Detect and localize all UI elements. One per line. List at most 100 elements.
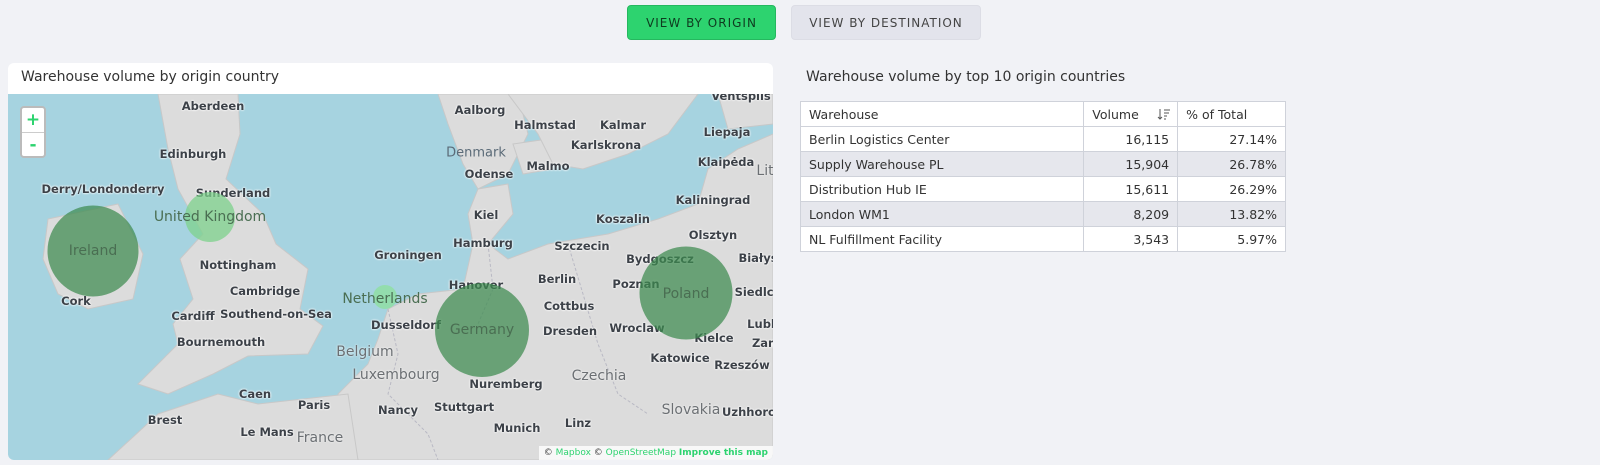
warehouse-volume-table: Warehouse Volume % of Total Berlin Logis… (799, 101, 1286, 252)
map-label: Koszalin (596, 212, 650, 226)
map-label: Nuremberg (469, 377, 543, 391)
copyright-symbol: © (593, 448, 603, 458)
map-label: Luxembourg (352, 367, 440, 383)
map-label: Dresden (542, 324, 598, 338)
map-label: Uzhhoro (722, 405, 773, 419)
country-label-netherlands: Netherlands (342, 291, 428, 307)
map-label: Lubli (747, 317, 773, 331)
cell-pct-total: 27.14% (1177, 126, 1286, 152)
cell-pct-total: 5.97% (1177, 226, 1286, 252)
map-label: Linz (564, 416, 592, 430)
table-row[interactable]: Supply Warehouse PL 15,904 26.78% (799, 151, 1286, 177)
cell-warehouse: NL Fulfillment Facility (799, 226, 1085, 252)
map-label: Paris (297, 398, 331, 412)
openstreetmap-link[interactable]: OpenStreetMap (606, 448, 676, 458)
cell-volume: 8,209 (1083, 201, 1179, 227)
map-label: Cambridge (229, 284, 301, 298)
map-label: Kalmar (599, 118, 647, 132)
cell-warehouse: Distribution Hub IE (799, 176, 1085, 202)
cell-pct-total: 26.29% (1177, 176, 1286, 202)
copyright-symbol: © (543, 448, 553, 458)
origin-map[interactable]: Aberdeen Edinburgh Derry/Londonderry Sun… (8, 94, 773, 460)
map-label: Kiel (473, 208, 499, 222)
table-row[interactable]: Distribution Hub IE 15,611 26.29% (799, 176, 1286, 202)
zoom-in-button[interactable]: + (22, 108, 44, 132)
mapbox-link[interactable]: Mapbox (556, 448, 591, 458)
view-toggle: VIEW BY ORIGIN VIEW BY DESTINATION (0, 5, 1600, 41)
cell-volume: 3,543 (1083, 226, 1179, 252)
map-label: Southend-on-Sea (220, 307, 332, 321)
map-label: Liepaja (703, 125, 751, 139)
map-label: Cottbus (543, 299, 595, 313)
map-label: Katowice (650, 351, 710, 365)
map-label: Halmstad (514, 118, 576, 132)
map-label: France (296, 430, 344, 446)
table-panel-title: Warehouse volume by top 10 origin countr… (806, 69, 1126, 85)
map-label: Malmo (526, 159, 570, 173)
zoom-control: + - (20, 106, 46, 158)
map-label: Siedlce (734, 285, 773, 299)
map-label: Nottingham (199, 258, 277, 272)
map-label: Berlin (537, 272, 577, 286)
cell-volume: 15,611 (1083, 176, 1179, 202)
column-header-volume[interactable]: Volume (1083, 101, 1179, 127)
country-label-united-kingdom: United Kingdom (153, 209, 267, 225)
map-label: Le Mans (240, 425, 294, 439)
cell-warehouse: London WM1 (799, 201, 1085, 227)
cell-volume: 15,904 (1083, 151, 1179, 177)
map-label: Olsztyn (688, 228, 738, 242)
map-label: Stuttgart (433, 400, 495, 414)
map-label: Edinburgh (159, 147, 227, 161)
map-label: Derry/Londonderry (41, 182, 165, 196)
sort-descending-icon[interactable] (1157, 108, 1171, 120)
cell-warehouse: Supply Warehouse PL (799, 151, 1085, 177)
map-label: Rzeszów (714, 358, 770, 372)
table-header-row: Warehouse Volume % of Total (799, 101, 1286, 127)
map-label: Klaipėda (697, 155, 755, 169)
column-header-pct-total[interactable]: % of Total (1177, 101, 1286, 127)
map-label: Nancy (378, 403, 418, 417)
map-panel: Warehouse volume by origin country Aberd… (8, 63, 773, 460)
map-panel-title: Warehouse volume by origin country (21, 69, 280, 85)
cell-pct-total: 13.82% (1177, 201, 1286, 227)
map-label: Denmark (446, 145, 506, 161)
cell-pct-total: 26.78% (1177, 151, 1286, 177)
map-label: Lit (756, 163, 773, 179)
map-label: Szczecin (554, 239, 610, 253)
map-label: Aalborg (454, 103, 506, 117)
map-label: Brest (147, 413, 183, 427)
map-label: Munich (493, 421, 541, 435)
country-label-poland: Poland (662, 286, 710, 302)
map-label: Ventspils (711, 94, 771, 103)
table-row[interactable]: London WM1 8,209 13.82% (799, 201, 1286, 227)
map-label: Dusseldorf (371, 318, 441, 332)
column-header-volume-label: Volume (1092, 106, 1139, 122)
table-row[interactable]: NL Fulfillment Facility 3,543 5.97% (799, 226, 1286, 252)
map-label: Slovakia (661, 402, 721, 418)
table-row[interactable]: Berlin Logistics Center 16,115 27.14% (799, 126, 1286, 152)
map-label: Białys (738, 251, 773, 265)
map-attribution: © Mapbox © OpenStreetMap Improve this ma… (538, 446, 773, 460)
map-label: Bournemouth (176, 335, 266, 349)
cell-volume: 16,115 (1083, 126, 1179, 152)
zoom-out-button[interactable]: - (22, 132, 44, 156)
cell-warehouse: Berlin Logistics Center (799, 126, 1085, 152)
view-by-origin-button[interactable]: VIEW BY ORIGIN (627, 5, 776, 40)
map-label: Groningen (374, 248, 442, 262)
map-label: Odense (464, 167, 514, 181)
map-label: Cardiff (171, 309, 215, 323)
map-label: Belgium (336, 344, 394, 360)
map-label: Czechia (571, 368, 627, 384)
country-label-ireland: Ireland (68, 243, 118, 259)
map-label: Aberdeen (181, 99, 245, 113)
country-label-germany: Germany (449, 322, 515, 338)
land-great-britain (137, 94, 324, 395)
map-label: Caen (238, 387, 272, 401)
map-label: Zam (751, 336, 773, 350)
improve-map-link[interactable]: Improve this map (679, 448, 768, 458)
column-header-warehouse[interactable]: Warehouse (799, 101, 1085, 127)
map-label: Hamburg (453, 236, 513, 250)
map-label: Kaliningrad (675, 193, 751, 207)
view-by-destination-button[interactable]: VIEW BY DESTINATION (791, 5, 981, 40)
map-label: Karlskrona (570, 138, 642, 152)
